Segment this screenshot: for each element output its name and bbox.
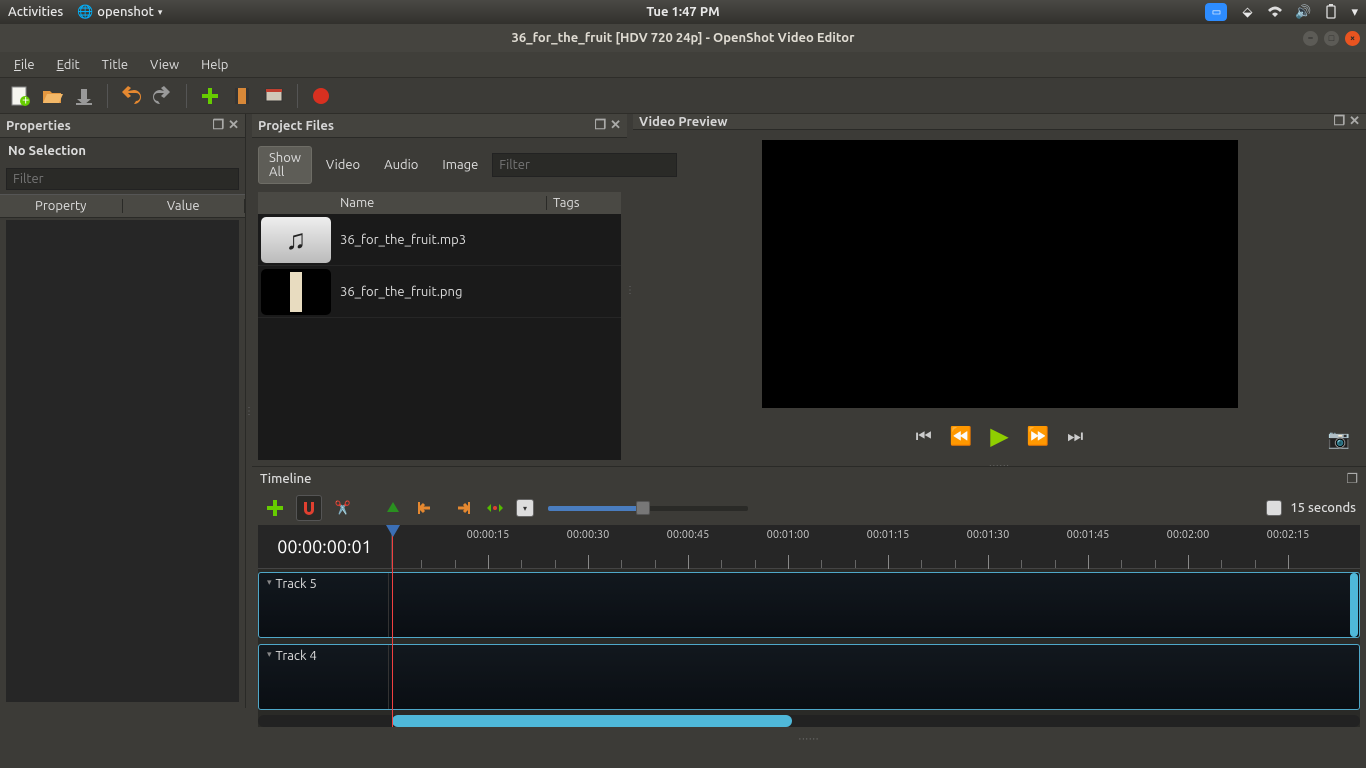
add-marker-button[interactable]	[380, 495, 406, 521]
menu-file[interactable]: File	[4, 55, 45, 75]
wifi-icon[interactable]	[1267, 4, 1283, 20]
redo-button[interactable]	[151, 84, 175, 108]
panel-close-icon[interactable]: ✕	[1349, 114, 1360, 129]
panel-float-icon[interactable]: ❐	[594, 118, 606, 133]
power-menu-icon[interactable]: ▾	[1351, 5, 1358, 20]
jump-end-button[interactable]: ⏭	[1067, 426, 1083, 447]
volume-icon[interactable]: 🔊	[1295, 4, 1311, 20]
zoom-scale-icon[interactable]	[1266, 500, 1282, 516]
chevron-down-icon: ▾	[158, 7, 163, 18]
razor-tool-button[interactable]: ✂️	[330, 495, 356, 521]
timeline-track[interactable]: ▾ Track 5	[258, 572, 1360, 638]
chevron-down-icon[interactable]: ▾	[267, 649, 272, 660]
fullscreen-button[interactable]	[262, 84, 286, 108]
snapshot-button[interactable]: 📷	[1328, 429, 1350, 450]
menu-help[interactable]: Help	[191, 55, 238, 75]
file-row[interactable]: ♫ 36_for_the_fruit.mp3	[258, 214, 621, 266]
playhead[interactable]	[392, 525, 393, 727]
properties-body	[6, 220, 239, 702]
track-label: Track 5	[276, 577, 317, 591]
properties-filter-input[interactable]	[6, 168, 239, 190]
video-preview-panel: Video Preview ❐✕ ⏮ ⏪ ▶ ⏩ ⏭ 📷 ······	[633, 114, 1366, 466]
app-menu[interactable]: 🌐 openshot ▾	[77, 4, 162, 20]
video-preview-title: Video Preview	[639, 115, 728, 129]
save-project-button[interactable]	[72, 84, 96, 108]
timeline-title: Timeline	[260, 472, 311, 486]
panel-float-icon[interactable]: ❐	[1333, 114, 1345, 129]
project-files-panel: Project Files ❐ ✕ Show All Video Audio Im…	[252, 114, 627, 466]
openshot-icon: 🌐	[77, 4, 93, 20]
open-project-button[interactable]	[40, 84, 64, 108]
file-name: 36_for_the_fruit.png	[334, 285, 462, 299]
timeline-track[interactable]: ▾ Track 4	[258, 644, 1360, 710]
menu-title[interactable]: Title	[92, 55, 138, 75]
track-label: Track 4	[276, 649, 317, 663]
project-files-title: Project Files	[258, 119, 334, 133]
image-thumb-icon	[261, 269, 331, 315]
battery-icon[interactable]	[1323, 4, 1339, 20]
next-marker-button[interactable]	[448, 495, 474, 521]
center-playhead-button[interactable]	[482, 495, 508, 521]
system-bar: Activities 🌐 openshot ▾ Tue 1:47 PM ▭ ⬙ …	[0, 0, 1366, 24]
properties-panel: Properties ❐ ✕ No Selection Property Valu…	[0, 114, 246, 708]
choose-profile-button[interactable]	[230, 84, 254, 108]
zoom-slider[interactable]	[548, 506, 748, 511]
window-title-bar: 36_for_the_fruit [HDV 720 24p] - OpenSho…	[0, 24, 1366, 52]
play-button[interactable]: ▶	[990, 422, 1008, 450]
file-name: 36_for_the_fruit.mp3	[334, 233, 466, 247]
horizontal-scrollbar[interactable]	[258, 715, 1360, 727]
timecode-display: 00:00:00:01	[258, 525, 392, 568]
zoom-presets-button[interactable]: ▾	[516, 499, 534, 517]
col-tags[interactable]: Tags	[547, 196, 621, 210]
main-toolbar: +	[0, 78, 1366, 114]
tab-image[interactable]: Image	[432, 154, 488, 176]
panel-resize-grip[interactable]: ······	[252, 733, 1366, 744]
no-selection-label: No Selection	[0, 138, 245, 164]
snap-toggle[interactable]	[296, 495, 322, 521]
import-files-button[interactable]	[198, 84, 222, 108]
zoom-app-icon[interactable]: ▭	[1205, 3, 1227, 21]
properties-title: Properties	[6, 119, 71, 133]
close-button[interactable]: ×	[1345, 31, 1360, 46]
dropbox-icon[interactable]: ⬙	[1239, 4, 1255, 20]
panel-close-icon[interactable]: ✕	[610, 118, 621, 133]
window-title: 36_for_the_fruit [HDV 720 24p] - OpenSho…	[512, 31, 855, 45]
app-name: openshot	[97, 5, 154, 19]
maximize-button[interactable]: □	[1324, 31, 1339, 46]
clock[interactable]: Tue 1:47 PM	[646, 5, 719, 19]
svg-text:+: +	[22, 93, 29, 107]
menu-view[interactable]: View	[140, 55, 189, 75]
timeline-ruler[interactable]: 00:00:00:01 00:00:1500:00:3000:00:4500:0…	[258, 525, 1360, 569]
new-project-button[interactable]: +	[8, 84, 32, 108]
menu-bar: File Edit Title View Help	[0, 52, 1366, 78]
properties-col-property[interactable]: Property	[0, 199, 123, 213]
tab-show-all[interactable]: Show All	[258, 146, 312, 184]
export-video-button[interactable]	[309, 84, 333, 108]
vertical-scrollbar[interactable]	[1350, 573, 1358, 637]
minimize-button[interactable]: –	[1303, 31, 1318, 46]
jump-start-button[interactable]: ⏮	[916, 426, 932, 447]
panel-float-icon[interactable]: ❐	[212, 118, 224, 133]
timeline-panel: Timeline ❐ ✂️ ▾ 15 seconds	[252, 466, 1366, 744]
rewind-button[interactable]: ⏪	[950, 426, 972, 447]
panel-float-icon[interactable]: ❐	[1346, 472, 1358, 486]
chevron-down-icon[interactable]: ▾	[267, 577, 272, 588]
file-row[interactable]: 36_for_the_fruit.png	[258, 266, 621, 318]
activities-button[interactable]: Activities	[8, 5, 63, 19]
undo-button[interactable]	[119, 84, 143, 108]
fast-forward-button[interactable]: ⏩	[1027, 426, 1049, 447]
music-note-icon: ♫	[261, 217, 331, 263]
video-canvas	[762, 140, 1238, 408]
prev-marker-button[interactable]	[414, 495, 440, 521]
properties-col-value[interactable]: Value	[123, 199, 246, 213]
col-name[interactable]: Name	[334, 196, 547, 210]
add-track-button[interactable]	[262, 495, 288, 521]
tab-video[interactable]: Video	[316, 154, 370, 176]
tab-audio[interactable]: Audio	[374, 154, 428, 176]
panel-close-icon[interactable]: ✕	[228, 118, 239, 133]
zoom-label: 15 seconds	[1290, 501, 1356, 515]
menu-edit[interactable]: Edit	[47, 55, 90, 75]
